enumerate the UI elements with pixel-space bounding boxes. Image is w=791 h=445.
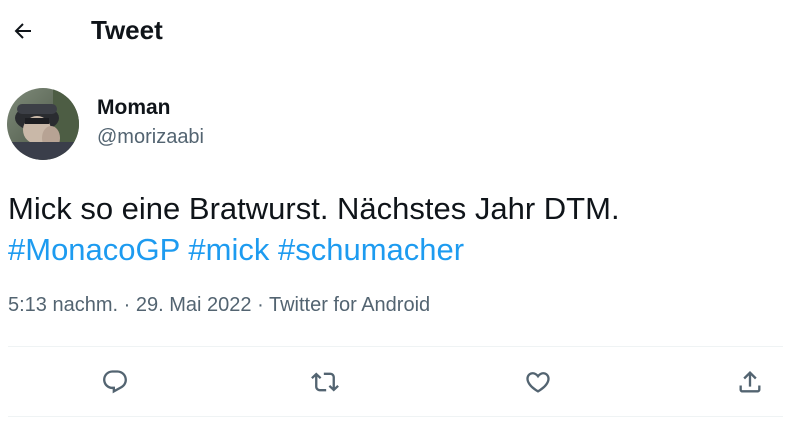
tweet-time[interactable]: 5:13 nachm. <box>8 294 118 316</box>
arrow-left-icon <box>14 23 31 39</box>
retweet-button[interactable] <box>307 364 343 400</box>
reply-button[interactable] <box>97 364 133 400</box>
tweet-source[interactable]: Twitter for Android <box>269 294 430 316</box>
divider <box>8 416 783 417</box>
avatar-image <box>7 88 79 160</box>
share-button[interactable] <box>732 364 768 400</box>
page-title: Tweet <box>91 15 163 45</box>
hashtag-link[interactable]: #mick <box>188 232 269 267</box>
like-button[interactable] <box>520 364 556 400</box>
top-bar: Tweet <box>0 0 791 64</box>
author-display-name[interactable]: Moman <box>97 96 171 120</box>
meta-separator: · <box>123 294 131 316</box>
like-icon <box>526 372 550 393</box>
hashtag-link[interactable]: #schumacher <box>278 232 464 267</box>
share-icon <box>739 371 761 393</box>
meta-separator: · <box>257 294 264 316</box>
retweet-icon <box>311 372 339 392</box>
back-button[interactable] <box>8 16 38 46</box>
tweet-body: Mick so eine Bratwurst. Nächstes Jahr DT… <box>8 191 620 226</box>
reply-icon <box>103 370 127 394</box>
hashtag-link[interactable]: #MonacoGP <box>8 232 180 267</box>
avatar[interactable] <box>7 88 79 160</box>
author-handle[interactable]: @morizaabi <box>97 126 204 149</box>
tweet-text: Mick so eine Bratwurst. Nächstes Jahr DT… <box>8 188 778 270</box>
tweet-metadata: 5:13 nachm. · 29. Mai 2022 · Twitter for… <box>8 294 430 317</box>
tweet-date[interactable]: 29. Mai 2022 <box>136 294 252 316</box>
divider <box>8 346 783 347</box>
